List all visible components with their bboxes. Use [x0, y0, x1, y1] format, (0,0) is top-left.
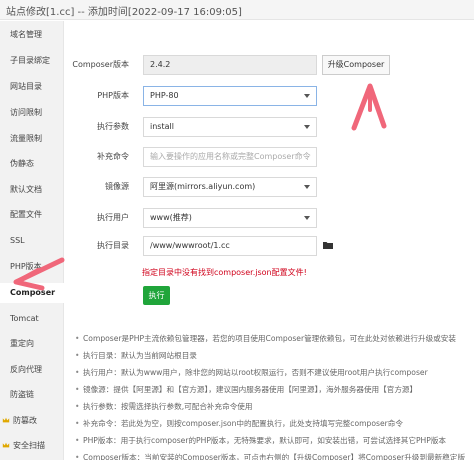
crown-icon: [2, 442, 10, 448]
sidebar-item-redirect[interactable]: 重定向: [0, 334, 64, 354]
list-item: 镜像源：提供【阿里源】和【官方源】，建议国内服务器使用【阿里源】，海外服务器使用…: [75, 381, 474, 398]
sidebar-item-php-version[interactable]: PHP版本: [0, 257, 64, 277]
extra-cmd-label: 补充命令: [97, 152, 129, 161]
sidebar-item-rewrite[interactable]: 伪静态: [0, 154, 64, 174]
sidebar-item-domain[interactable]: 域名管理: [0, 25, 64, 45]
composer-version-row: Composer版本 2.4.2: [65, 55, 474, 75]
exec-dir-input[interactable]: /www/wwwroot/1.cc: [143, 236, 317, 256]
sidebar-item-config-file[interactable]: 配置文件: [0, 205, 64, 225]
sidebar-item-hotlink[interactable]: 防盗链: [0, 385, 64, 405]
list-item: Composer是PHP主流依赖包管理器，若您的项目使用Composer管理依赖…: [75, 330, 474, 347]
list-item: 执行目录：默认为当前网站根目录: [75, 347, 474, 364]
mirror-label: 镜像源: [105, 182, 129, 191]
php-version-select[interactable]: PHP-80: [143, 86, 317, 106]
exec-dir-row: 执行目录 /www/wwwroot/1.cc: [65, 236, 474, 256]
warning-message: 指定目录中没有找到composer.json配置文件!: [142, 268, 307, 277]
exec-args-label: 执行参数: [97, 122, 129, 131]
sidebar-item-tomcat[interactable]: Tomcat: [0, 309, 64, 329]
exec-user-row: 执行用户 www(推荐): [65, 208, 474, 228]
list-item: 补充命令：若此处为空，则按composer.json中的配置执行，此处支持填写完…: [75, 415, 474, 432]
extra-cmd-input[interactable]: 输入要操作的应用名称或完整Composer命令: [143, 147, 317, 167]
sidebar-item-ssl[interactable]: SSL: [0, 231, 64, 251]
exec-args-select[interactable]: install: [143, 117, 317, 137]
mirror-row: 镜像源 阿里源(mirrors.aliyun.com): [65, 177, 474, 197]
exec-user-label: 执行用户: [97, 213, 129, 222]
list-item: PHP版本：用于执行composer的PHP版本，无特殊要求，默认即可，如安装出…: [75, 432, 474, 449]
sidebar-item-composer[interactable]: Composer: [0, 283, 65, 303]
exec-user-select[interactable]: www(推荐): [143, 208, 317, 228]
folder-icon[interactable]: [323, 241, 333, 249]
window-titlebar: 站点修改[1.cc] -- 添加时间[2022-09-17 16:09:05]: [0, 0, 474, 20]
mirror-select[interactable]: 阿里源(mirrors.aliyun.com): [143, 177, 317, 197]
list-item: 执行参数：按需选择执行参数,可配合补充命令使用: [75, 398, 474, 415]
list-item: Composer版本：当前安装的Composer版本，可点击右侧的【升级Comp…: [75, 449, 474, 460]
sidebar-item-default-doc[interactable]: 默认文档: [0, 180, 64, 200]
sidebar-item-site-dir[interactable]: 网站目录: [0, 77, 64, 97]
window-title: 站点修改[1.cc] -- 添加时间[2022-09-17 16:09:05]: [6, 7, 242, 18]
exec-dir-label: 执行目录: [97, 241, 129, 250]
upgrade-composer-button[interactable]: 升级Composer: [322, 55, 390, 75]
php-version-row: PHP版本 PHP-80: [65, 86, 474, 106]
composer-panel: Composer版本 2.4.2 升级Composer PHP版本 PHP-80…: [65, 21, 474, 460]
sidebar-item-label: 防篡改: [13, 416, 37, 425]
extra-cmd-row: 补充命令 输入要操作的应用名称或完整Composer命令: [65, 147, 474, 167]
sidebar: 域名管理 子目录绑定 网站目录 访问限制 流量限制 伪静态 默认文档 配置文件 …: [0, 21, 65, 460]
execute-button[interactable]: 执行: [143, 286, 170, 305]
sidebar-item-label: 安全扫描: [13, 441, 45, 450]
sidebar-item-subdir[interactable]: 子目录绑定: [0, 51, 64, 71]
sidebar-item-traffic-limit[interactable]: 流量限制: [0, 129, 64, 149]
sidebar-item-tamper-proof[interactable]: 防篡改: [0, 411, 64, 431]
sidebar-item-security-scan[interactable]: 安全扫描: [0, 436, 64, 456]
php-version-label: PHP版本: [97, 91, 129, 100]
composer-version-label: Composer版本: [72, 60, 129, 69]
help-notes: Composer是PHP主流依赖包管理器，若您的项目使用Composer管理依赖…: [75, 330, 474, 460]
composer-version-field: 2.4.2: [143, 55, 317, 75]
exec-args-row: 执行参数 install: [65, 117, 474, 137]
sidebar-item-access-limit[interactable]: 访问限制: [0, 103, 64, 123]
crown-icon: [2, 417, 10, 423]
list-item: 执行用户：默认为www用户，除非您的网站以root权限运行，否则不建议使用roo…: [75, 364, 474, 381]
sidebar-item-reverse-proxy[interactable]: 反向代理: [0, 360, 64, 380]
